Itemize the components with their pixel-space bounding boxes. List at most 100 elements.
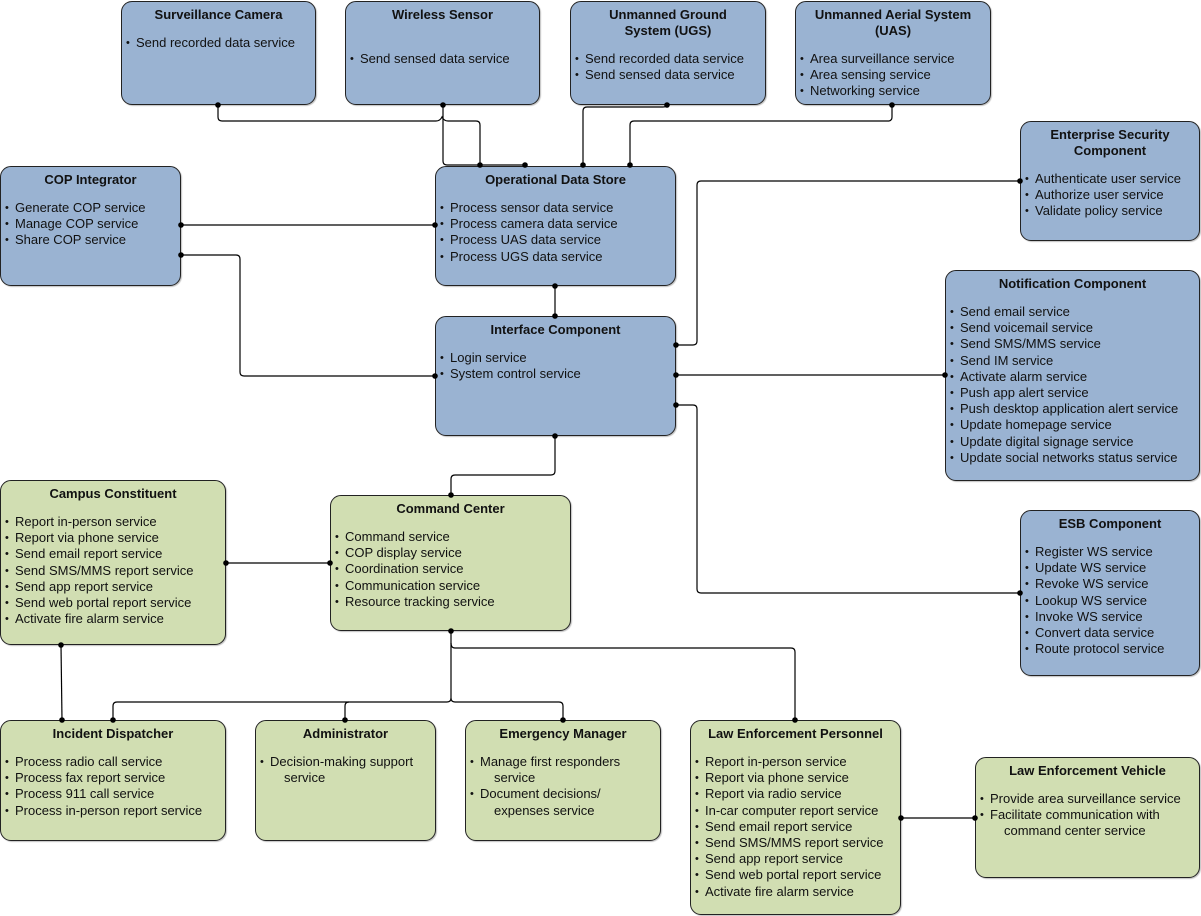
service-item: Process camera data service xyxy=(440,216,671,232)
service-item: Send SMS/MMS report service xyxy=(695,835,896,851)
wireless-sensor-component[interactable]: Wireless Sensor Send sensed data service xyxy=(345,1,540,105)
service-item: Send email report service xyxy=(5,546,221,562)
connector-command-to-emergency xyxy=(450,697,564,720)
service-text: Decision-making support xyxy=(270,754,414,769)
component-title: Notification Component xyxy=(998,276,1147,291)
service-item: Resource tracking service xyxy=(335,594,566,610)
service-item: Send web portal report service xyxy=(5,595,221,611)
service-list: Report in-person serviceReport via phone… xyxy=(691,754,900,900)
service-list: Send email serviceSend voicemail service… xyxy=(946,304,1199,466)
campus-constituent-component[interactable]: Campus Constituent Report in-person serv… xyxy=(0,480,226,645)
component-title: Operational Data Store xyxy=(485,172,626,187)
connector-ugs-to-ods xyxy=(582,104,668,165)
surveillance-camera-component[interactable]: Surveillance Camera Send recorded data s… xyxy=(121,1,316,105)
service-list: Manage first respondersserviceDocument d… xyxy=(466,754,660,819)
service-item: Update social networks status service xyxy=(950,450,1195,466)
service-item: Process UAS data service xyxy=(440,232,671,248)
connector-sensor-to-ods xyxy=(442,105,525,166)
service-item: Report in-person service xyxy=(5,514,221,530)
enterprise-security-component[interactable]: Enterprise Security Component Authentica… xyxy=(1020,121,1200,241)
connector-interface-to-command xyxy=(450,436,556,495)
component-title: Interface Component xyxy=(490,322,621,337)
component-title: Emergency Manager xyxy=(499,726,627,741)
service-item: Manage first respondersservice xyxy=(470,754,656,786)
interface-component[interactable]: Interface Component Login serviceSystem … xyxy=(435,316,676,436)
service-item: Authorize user service xyxy=(1025,187,1195,203)
service-item: Report via phone service xyxy=(5,530,221,546)
connector-cop-to-interface xyxy=(181,254,435,377)
operational-data-store-component[interactable]: Operational Data Store Process sensor da… xyxy=(435,166,676,286)
connector-command-to-law-personnel xyxy=(450,642,796,720)
service-item: In-car computer report service xyxy=(695,803,896,819)
service-item: Area sensing service xyxy=(800,67,986,83)
service-item: Update WS service xyxy=(1025,560,1195,576)
service-list: Register WS serviceUpdate WS serviceRevo… xyxy=(1021,544,1199,658)
uas-component[interactable]: Unmanned Aerial System (UAS) Area survei… xyxy=(795,1,991,105)
service-item: Communication service xyxy=(335,578,566,594)
administrator-component[interactable]: Administrator Decision-making supportser… xyxy=(255,720,436,841)
service-item: Invoke WS service xyxy=(1025,609,1195,625)
command-center-component[interactable]: Command Center Command serviceCOP displa… xyxy=(330,495,571,631)
service-item: Revoke WS service xyxy=(1025,576,1195,592)
ugs-component[interactable]: Unmanned Ground System (UGS) Send record… xyxy=(570,1,766,105)
service-item: Share COP service xyxy=(5,232,176,248)
service-item: Networking service xyxy=(800,83,986,99)
law-enforcement-vehicle-component[interactable]: Law Enforcement Vehicle Provide area sur… xyxy=(975,757,1200,878)
service-item: Send SMS/MMS service xyxy=(950,336,1195,352)
emergency-manager-component[interactable]: Emergency Manager Manage first responder… xyxy=(465,720,661,841)
service-item: Process fax report service xyxy=(5,770,221,786)
connector-camera-to-ods xyxy=(217,105,481,165)
service-text: service xyxy=(284,770,326,786)
service-item: Command service xyxy=(335,529,566,545)
connector-command-to-admin xyxy=(344,701,350,720)
service-list: Process sensor data serviceProcess camer… xyxy=(436,200,675,265)
service-list: Decision-making supportservice xyxy=(256,754,435,786)
service-item: Send IM service xyxy=(950,353,1195,369)
connector-uas-to-ods xyxy=(629,105,893,165)
service-list: Send recorded data service xyxy=(122,35,315,51)
component-title: COP Integrator xyxy=(44,172,137,187)
service-item: Activate fire alarm service xyxy=(695,884,896,900)
component-title: Enterprise Security Component xyxy=(1050,127,1170,158)
service-text: Facilitate communication with xyxy=(990,807,1160,823)
service-item: Send app report service xyxy=(695,851,896,867)
service-item: Update homepage service xyxy=(950,417,1195,433)
service-item: Push desktop application alert service xyxy=(950,401,1195,417)
cop-integrator-component[interactable]: COP Integrator Generate COP serviceManag… xyxy=(0,166,181,286)
service-list: Report in-person serviceReport via phone… xyxy=(1,514,225,628)
incident-dispatcher-component[interactable]: Incident Dispatcher Process radio call s… xyxy=(0,720,226,841)
component-title: Surveillance Camera xyxy=(154,7,283,22)
component-title: Unmanned Ground System (UGS) xyxy=(609,7,727,38)
service-item: Decision-making supportservice xyxy=(260,754,431,786)
service-item: Send SMS/MMS report service xyxy=(5,563,221,579)
service-item: Send web portal report service xyxy=(695,867,896,883)
service-item: Lookup WS service xyxy=(1025,593,1195,609)
component-title: ESB Component xyxy=(1058,516,1162,531)
service-item: Report in-person service xyxy=(695,754,896,770)
component-title: Law Enforcement Vehicle xyxy=(1009,763,1166,778)
component-title: Command Center xyxy=(396,501,505,516)
service-item: Send email report service xyxy=(695,819,896,835)
service-item: Update digital signage service xyxy=(950,434,1195,450)
service-item: Provide area surveillance service xyxy=(980,791,1195,807)
service-item: Send sensed data service xyxy=(350,51,535,67)
esb-component[interactable]: ESB Component Register WS serviceUpdate … xyxy=(1020,510,1200,676)
service-item: Send sensed data service xyxy=(575,67,761,83)
service-list: Process radio call serviceProcess fax re… xyxy=(1,754,225,819)
notification-component[interactable]: Notification Component Send email servic… xyxy=(945,270,1200,481)
service-item: Send email service xyxy=(950,304,1195,320)
service-text: service xyxy=(494,770,536,786)
service-item: Route protocol service xyxy=(1025,641,1195,657)
service-item: Validate policy service xyxy=(1025,203,1195,219)
component-title: Law Enforcement Personnel xyxy=(708,726,883,741)
service-item: Process UGS data service xyxy=(440,249,671,265)
service-item: Activate alarm service xyxy=(950,369,1195,385)
component-title: Incident Dispatcher xyxy=(52,726,174,741)
service-list: Send recorded data serviceSend sensed da… xyxy=(571,51,765,84)
law-enforcement-personnel-component[interactable]: Law Enforcement Personnel Report in-pers… xyxy=(690,720,901,915)
service-list: Login serviceSystem control service xyxy=(436,350,675,383)
service-item: Authenticate user service xyxy=(1025,171,1195,187)
service-item: COP display service xyxy=(335,545,566,561)
service-text: expenses service xyxy=(494,802,595,818)
service-list: Provide area surveillance serviceFacilit… xyxy=(976,791,1199,840)
